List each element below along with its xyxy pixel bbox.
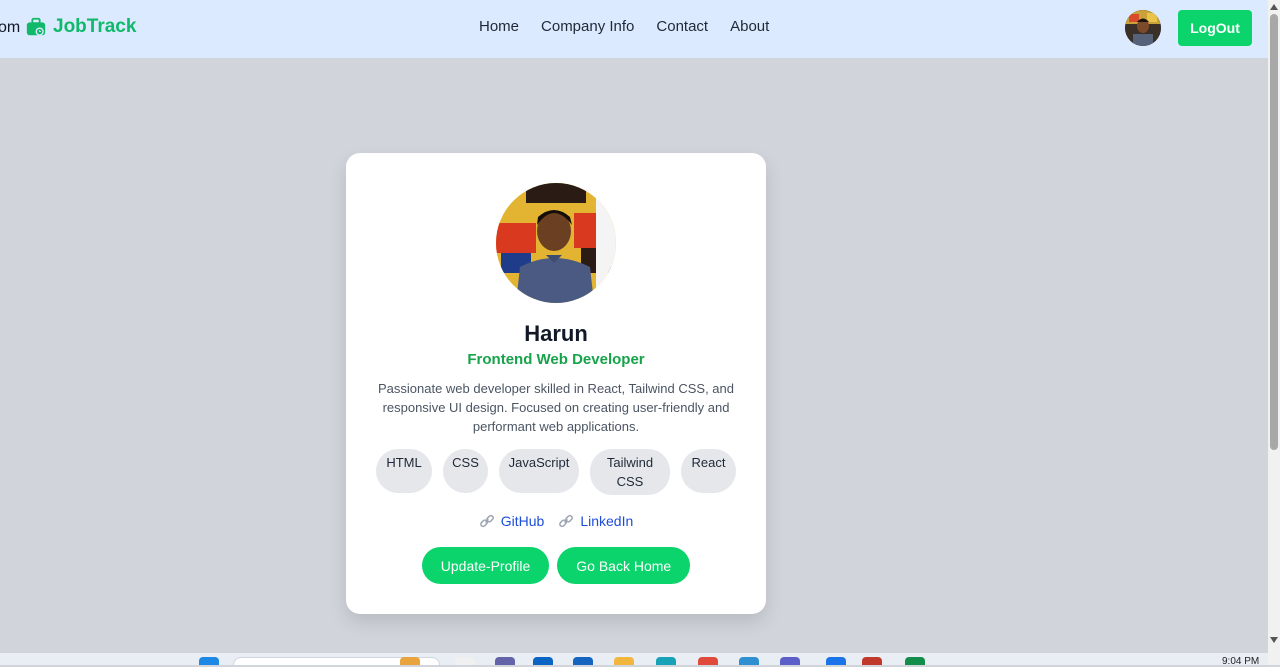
skill-chip-css: CSS [443, 449, 488, 493]
profile-role: Frontend Web Developer [467, 351, 645, 368]
avatar-photo [1125, 10, 1161, 46]
app-icon[interactable] [862, 657, 882, 665]
skill-chip-react: React [681, 449, 736, 493]
go-back-home-button[interactable]: Go Back Home [557, 547, 691, 584]
taskbar-clock: 9:04 PM [1222, 656, 1260, 667]
task-view-icon[interactable] [455, 657, 475, 665]
scroll-down-arrow-icon[interactable] [1270, 637, 1278, 643]
nav-link-contact[interactable]: Contact [656, 18, 708, 35]
github-link-label: GitHub [500, 513, 545, 529]
page-scrollbar[interactable] [1268, 0, 1280, 665]
top-navbar: om JobTrack Home Company Info Contact Ab… [0, 0, 1268, 58]
search-highlight-icon [400, 657, 420, 665]
linkedin-link-label: LinkedIn [580, 513, 634, 529]
scroll-up-arrow-icon[interactable] [1270, 4, 1278, 10]
link-icon [479, 514, 494, 528]
profile-card: Harun Frontend Web Developer Passionate … [346, 153, 766, 614]
scrollbar-thumb[interactable] [1270, 14, 1278, 450]
whatsapp-icon[interactable] [905, 657, 925, 665]
nav-links: Home Company Info Contact About [479, 18, 769, 35]
profile-actions: Update-Profile Go Back Home [346, 547, 766, 584]
brand-name: JobTrack [53, 16, 137, 37]
skill-chip-html: HTML [376, 449, 432, 493]
skill-chip-tailwind: Tailwind CSS [590, 449, 670, 495]
update-profile-button[interactable]: Update-Profile [421, 547, 550, 584]
discord-icon[interactable] [780, 657, 800, 665]
store-icon[interactable] [533, 657, 553, 665]
os-taskbar [0, 653, 1268, 665]
link-icon [559, 514, 574, 528]
vscode-icon[interactable] [826, 657, 846, 665]
profile-photo [496, 183, 616, 303]
nav-link-home[interactable]: Home [479, 18, 519, 35]
start-menu-icon[interactable] [199, 657, 219, 665]
logout-button[interactable]: LogOut [1178, 10, 1252, 46]
brand-prefix-text: om [0, 19, 21, 36]
browser-icon[interactable] [656, 657, 676, 665]
profile-name: Harun [524, 321, 588, 346]
skills-list: HTML CSS JavaScript Tailwind CSS React [376, 449, 736, 495]
linkedin-link[interactable]: LinkedIn [558, 513, 633, 529]
brand-logo[interactable]: JobTrack [25, 16, 136, 38]
teams-icon[interactable] [495, 657, 515, 665]
profile-photo-image [496, 183, 616, 303]
profile-bio: Passionate web developer skilled in Reac… [377, 381, 734, 434]
mail-icon[interactable] [573, 657, 593, 665]
profile-links: GitHub LinkedIn [346, 513, 766, 529]
nav-link-about[interactable]: About [730, 18, 769, 35]
github-link[interactable]: GitHub [479, 513, 545, 529]
skill-chip-javascript: JavaScript [499, 449, 579, 493]
chrome-icon[interactable] [698, 657, 718, 665]
nav-link-company-info[interactable]: Company Info [541, 18, 634, 35]
briefcase-icon [26, 17, 46, 36]
file-explorer-icon[interactable] [614, 657, 634, 665]
user-avatar[interactable] [1125, 10, 1161, 46]
edge-icon[interactable] [739, 657, 759, 665]
